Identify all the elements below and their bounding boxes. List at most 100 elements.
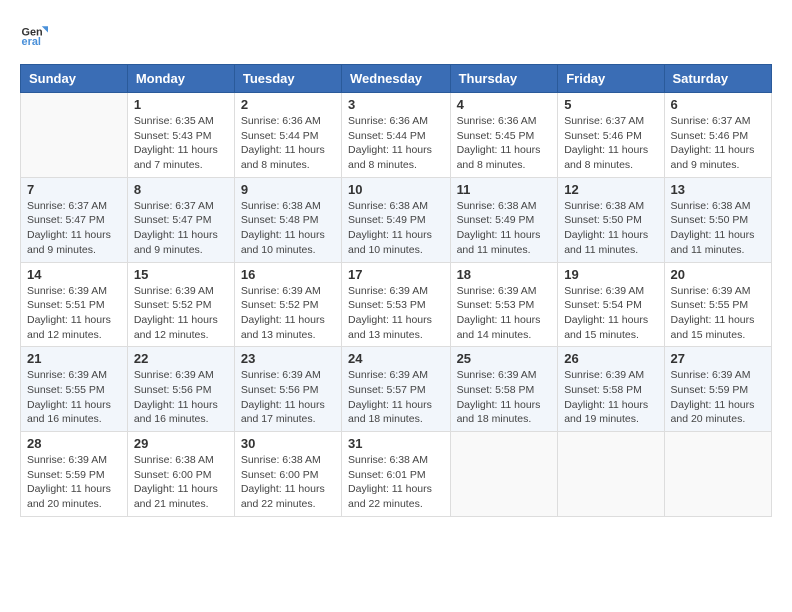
calendar-day-header: Thursday [450, 65, 558, 93]
day-number: 25 [457, 351, 552, 366]
calendar-day-header: Monday [127, 65, 234, 93]
page-header: Gen eral [20, 20, 772, 48]
day-number: 28 [27, 436, 121, 451]
day-number: 15 [134, 267, 228, 282]
calendar-cell: 2 Sunrise: 6:36 AM Sunset: 5:44 PM Daylig… [234, 93, 341, 178]
calendar-table: SundayMondayTuesdayWednesdayThursdayFrid… [20, 64, 772, 517]
calendar-cell: 20 Sunrise: 6:39 AM Sunset: 5:55 PM Dayli… [664, 262, 771, 347]
day-info: Sunrise: 6:35 AM Sunset: 5:43 PM Dayligh… [134, 114, 228, 173]
calendar-cell: 22 Sunrise: 6:39 AM Sunset: 5:56 PM Dayli… [127, 347, 234, 432]
calendar-cell: 31 Sunrise: 6:38 AM Sunset: 6:01 PM Dayli… [342, 432, 451, 517]
day-number: 26 [564, 351, 657, 366]
day-number: 9 [241, 182, 335, 197]
day-number: 31 [348, 436, 444, 451]
calendar-cell: 29 Sunrise: 6:38 AM Sunset: 6:00 PM Dayli… [127, 432, 234, 517]
day-info: Sunrise: 6:39 AM Sunset: 5:57 PM Dayligh… [348, 368, 444, 427]
day-info: Sunrise: 6:39 AM Sunset: 5:55 PM Dayligh… [671, 284, 765, 343]
calendar-day-header: Saturday [664, 65, 771, 93]
calendar-day-header: Sunday [21, 65, 128, 93]
day-info: Sunrise: 6:39 AM Sunset: 5:51 PM Dayligh… [27, 284, 121, 343]
day-number: 19 [564, 267, 657, 282]
day-info: Sunrise: 6:36 AM Sunset: 5:44 PM Dayligh… [241, 114, 335, 173]
logo: Gen eral [20, 20, 52, 48]
calendar-cell [664, 432, 771, 517]
day-info: Sunrise: 6:39 AM Sunset: 5:56 PM Dayligh… [241, 368, 335, 427]
day-info: Sunrise: 6:39 AM Sunset: 5:55 PM Dayligh… [27, 368, 121, 427]
day-number: 22 [134, 351, 228, 366]
day-number: 23 [241, 351, 335, 366]
day-number: 5 [564, 97, 657, 112]
day-info: Sunrise: 6:38 AM Sunset: 6:01 PM Dayligh… [348, 453, 444, 512]
day-info: Sunrise: 6:39 AM Sunset: 5:58 PM Dayligh… [457, 368, 552, 427]
day-number: 8 [134, 182, 228, 197]
calendar-cell: 1 Sunrise: 6:35 AM Sunset: 5:43 PM Daylig… [127, 93, 234, 178]
day-info: Sunrise: 6:38 AM Sunset: 6:00 PM Dayligh… [134, 453, 228, 512]
svg-text:eral: eral [22, 36, 41, 48]
logo-icon: Gen eral [20, 20, 48, 48]
day-info: Sunrise: 6:38 AM Sunset: 5:49 PM Dayligh… [348, 199, 444, 258]
day-info: Sunrise: 6:37 AM Sunset: 5:47 PM Dayligh… [27, 199, 121, 258]
day-info: Sunrise: 6:39 AM Sunset: 5:52 PM Dayligh… [241, 284, 335, 343]
day-number: 4 [457, 97, 552, 112]
calendar-cell: 7 Sunrise: 6:37 AM Sunset: 5:47 PM Daylig… [21, 177, 128, 262]
day-number: 2 [241, 97, 335, 112]
day-info: Sunrise: 6:39 AM Sunset: 5:54 PM Dayligh… [564, 284, 657, 343]
calendar-cell: 4 Sunrise: 6:36 AM Sunset: 5:45 PM Daylig… [450, 93, 558, 178]
day-info: Sunrise: 6:39 AM Sunset: 5:53 PM Dayligh… [348, 284, 444, 343]
day-info: Sunrise: 6:38 AM Sunset: 5:49 PM Dayligh… [457, 199, 552, 258]
calendar-cell: 23 Sunrise: 6:39 AM Sunset: 5:56 PM Dayli… [234, 347, 341, 432]
day-info: Sunrise: 6:38 AM Sunset: 5:50 PM Dayligh… [564, 199, 657, 258]
day-number: 7 [27, 182, 121, 197]
day-number: 14 [27, 267, 121, 282]
day-number: 1 [134, 97, 228, 112]
calendar-cell: 12 Sunrise: 6:38 AM Sunset: 5:50 PM Dayli… [558, 177, 664, 262]
calendar-cell [450, 432, 558, 517]
calendar-cell: 19 Sunrise: 6:39 AM Sunset: 5:54 PM Dayli… [558, 262, 664, 347]
calendar-cell: 8 Sunrise: 6:37 AM Sunset: 5:47 PM Daylig… [127, 177, 234, 262]
day-info: Sunrise: 6:36 AM Sunset: 5:45 PM Dayligh… [457, 114, 552, 173]
calendar-cell: 17 Sunrise: 6:39 AM Sunset: 5:53 PM Dayli… [342, 262, 451, 347]
day-number: 6 [671, 97, 765, 112]
calendar-cell: 14 Sunrise: 6:39 AM Sunset: 5:51 PM Dayli… [21, 262, 128, 347]
day-number: 20 [671, 267, 765, 282]
day-info: Sunrise: 6:39 AM Sunset: 5:53 PM Dayligh… [457, 284, 552, 343]
day-number: 17 [348, 267, 444, 282]
calendar-cell: 21Sunrise: 6:39 AM Sunset: 5:55 PM Dayli… [21, 347, 128, 432]
calendar-cell: 30Sunrise: 6:38 AM Sunset: 6:00 PM Dayli… [234, 432, 341, 517]
calendar-cell: 5 Sunrise: 6:37 AM Sunset: 5:46 PM Daylig… [558, 93, 664, 178]
day-number: 18 [457, 267, 552, 282]
calendar-cell: 25 Sunrise: 6:39 AM Sunset: 5:58 PM Dayli… [450, 347, 558, 432]
calendar-cell: 24Sunrise: 6:39 AM Sunset: 5:57 PM Dayli… [342, 347, 451, 432]
calendar-cell: 13 Sunrise: 6:38 AM Sunset: 5:50 PM Dayli… [664, 177, 771, 262]
day-number: 12 [564, 182, 657, 197]
calendar-cell: 26 Sunrise: 6:39 AM Sunset: 5:58 PM Dayli… [558, 347, 664, 432]
day-info: Sunrise: 6:39 AM Sunset: 5:59 PM Dayligh… [27, 453, 121, 512]
calendar-cell: 10 Sunrise: 6:38 AM Sunset: 5:49 PM Dayli… [342, 177, 451, 262]
calendar-cell: 11 Sunrise: 6:38 AM Sunset: 5:49 PM Dayli… [450, 177, 558, 262]
day-number: 29 [134, 436, 228, 451]
calendar-cell: 16Sunrise: 6:39 AM Sunset: 5:52 PM Dayli… [234, 262, 341, 347]
day-info: Sunrise: 6:39 AM Sunset: 5:58 PM Dayligh… [564, 368, 657, 427]
calendar-cell: 3Sunrise: 6:36 AM Sunset: 5:44 PM Daylig… [342, 93, 451, 178]
day-info: Sunrise: 6:38 AM Sunset: 5:48 PM Dayligh… [241, 199, 335, 258]
calendar-cell [21, 93, 128, 178]
calendar-day-header: Tuesday [234, 65, 341, 93]
calendar-cell: 9 Sunrise: 6:38 AM Sunset: 5:48 PM Daylig… [234, 177, 341, 262]
day-info: Sunrise: 6:39 AM Sunset: 5:56 PM Dayligh… [134, 368, 228, 427]
calendar-cell: 27Sunrise: 6:39 AM Sunset: 5:59 PM Dayli… [664, 347, 771, 432]
day-number: 11 [457, 182, 552, 197]
day-info: Sunrise: 6:38 AM Sunset: 5:50 PM Dayligh… [671, 199, 765, 258]
calendar-cell: 28 Sunrise: 6:39 AM Sunset: 5:59 PM Dayli… [21, 432, 128, 517]
day-info: Sunrise: 6:39 AM Sunset: 5:59 PM Dayligh… [671, 368, 765, 427]
calendar-day-header: Friday [558, 65, 664, 93]
calendar-header: SundayMondayTuesdayWednesdayThursdayFrid… [21, 65, 772, 93]
day-info: Sunrise: 6:37 AM Sunset: 5:46 PM Dayligh… [564, 114, 657, 173]
day-info: Sunrise: 6:37 AM Sunset: 5:46 PM Dayligh… [671, 114, 765, 173]
calendar-cell: 18 Sunrise: 6:39 AM Sunset: 5:53 PM Dayli… [450, 262, 558, 347]
day-number: 13 [671, 182, 765, 197]
day-number: 10 [348, 182, 444, 197]
calendar-day-header: Wednesday [342, 65, 451, 93]
calendar-cell [558, 432, 664, 517]
day-info: Sunrise: 6:36 AM Sunset: 5:44 PM Dayligh… [348, 114, 444, 173]
day-info: Sunrise: 6:37 AM Sunset: 5:47 PM Dayligh… [134, 199, 228, 258]
